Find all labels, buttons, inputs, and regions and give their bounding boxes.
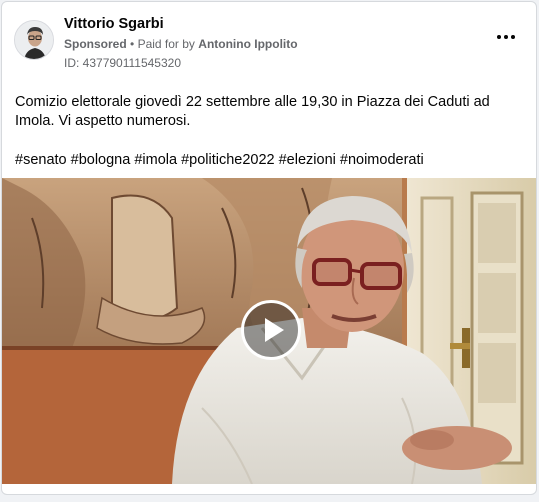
paid-for-prefix: Paid for by bbox=[137, 37, 195, 51]
paid-by-name[interactable]: Antonino Ippolito bbox=[198, 37, 297, 51]
play-icon[interactable] bbox=[241, 300, 301, 360]
sponsored-label: Sponsored bbox=[64, 37, 127, 51]
post-text: Comizio elettorale giovedì 22 settembre … bbox=[15, 94, 490, 129]
separator-dot: • bbox=[130, 37, 135, 51]
sponsor-line: Sponsored • Paid for by Antonino Ippolit… bbox=[64, 37, 298, 51]
more-horizontal-icon[interactable] bbox=[496, 32, 516, 42]
avatar[interactable] bbox=[14, 20, 54, 60]
post-hashtags[interactable]: #senato #bologna #imola #politiche2022 #… bbox=[15, 152, 424, 168]
post-header: Vittorio Sgarbi Sponsored • Paid for by … bbox=[2, 2, 536, 80]
ad-card: Vittorio Sgarbi Sponsored • Paid for by … bbox=[1, 1, 537, 495]
author-name[interactable]: Vittorio Sgarbi bbox=[64, 16, 164, 32]
ad-id: ID: 437790111545320 bbox=[64, 56, 181, 70]
video-thumbnail[interactable] bbox=[2, 178, 536, 484]
